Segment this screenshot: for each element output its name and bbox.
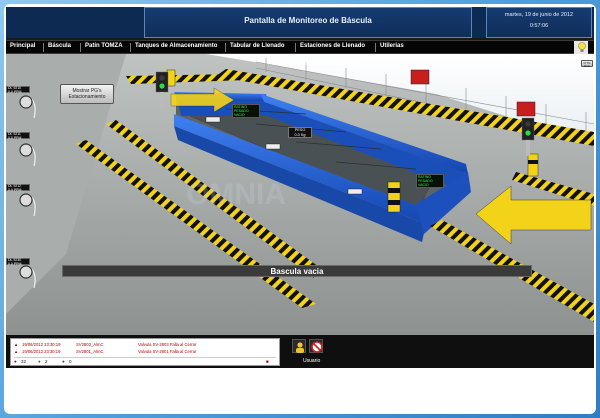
- alarm-total-icon: ●: [14, 359, 17, 364]
- nav-separator: [375, 43, 376, 52]
- scale-status: Bascula vacia: [270, 267, 324, 276]
- nav-item-estaciones[interactable]: Estaciones de Llenado: [300, 43, 365, 49]
- scale-status-bar: Bascula vacia: [62, 265, 532, 277]
- nav-item-tanques[interactable]: Tanques de Almacenamiento: [135, 43, 217, 49]
- alarm-unack-icon: ●: [62, 359, 65, 364]
- alarm-row[interactable]: ▲ 19/06/2012 23:30:19 SV2801_AlmC Valvul…: [14, 349, 276, 355]
- ftm-mode-button[interactable]: FTTM Mode: [581, 60, 593, 68]
- weight-display: PESO 0.0 Kg: [288, 127, 312, 138]
- ftm-notice: FTTM: No hay peticiones para el FTTM: [268, 61, 356, 67]
- alarm-icon: ▲: [14, 349, 19, 354]
- alarm-row[interactable]: ▲ 19/06/2012 23:30:19 SV2803_AlmC Valvul…: [14, 342, 276, 348]
- alarm-unack: 0: [69, 359, 72, 364]
- scale-scene: OMNIA FTTM: No hay peticiones para el FT…: [6, 54, 594, 335]
- bottom-panel: ▲ 19/06/2012 23:30:19 SV2803_AlmC Valvul…: [6, 335, 594, 368]
- help-lightbulb-icon[interactable]: [574, 41, 588, 54]
- nav-separator: [295, 43, 296, 52]
- logout-button[interactable]: [309, 339, 323, 353]
- show-parking-pg-button[interactable]: Mostrar PG's Estacionamiento: [60, 84, 114, 104]
- user-button[interactable]: [292, 339, 306, 353]
- nav-item-bascula[interactable]: Báscula: [48, 43, 71, 49]
- hmi-app: Pantalla de Monitoreo de Báscula martes,…: [6, 7, 594, 368]
- nav-item-utilerias[interactable]: Utilerias: [380, 43, 404, 49]
- user-icon: [296, 342, 304, 353]
- show-parking-pg-label: Mostrar PG's Estacionamiento: [68, 88, 106, 100]
- datetime-box: martes, 19 de junio de 2012 0:57:06: [486, 7, 592, 38]
- user-label: Usuario: [303, 358, 321, 364]
- no-entry-icon: [311, 341, 323, 353]
- barrier-tag: DL 9210 0.0 PPM: [6, 86, 30, 93]
- alarm-ack: 2: [45, 359, 48, 364]
- barrier-tag: DL 9212 0.0 PPM: [6, 184, 30, 191]
- alarm-icon: ▲: [14, 342, 19, 347]
- nav-item-tabular[interactable]: Tabular de Llenado: [230, 43, 285, 49]
- time-display: 0:57:06: [529, 23, 549, 29]
- svg-text:OMNIA: OMNIA: [186, 178, 286, 211]
- scale-lcd-right: RATINO PESADO VACIO: [416, 174, 444, 188]
- nav-separator: [80, 43, 81, 52]
- main-nav: Principal Báscula Patín TOMZA Tanques de…: [6, 40, 594, 54]
- nav-item-principal[interactable]: Principal: [10, 43, 35, 49]
- date-display: martes, 19 de junio de 2012: [504, 12, 574, 18]
- title-box: Pantalla de Monitoreo de Báscula: [144, 7, 472, 38]
- nav-separator: [225, 43, 226, 52]
- alarm-total: 32: [21, 359, 27, 364]
- page-title: Pantalla de Monitoreo de Báscula: [244, 16, 372, 25]
- nav-separator: [130, 43, 131, 52]
- scale-lcd-left: RATINO PESADO VACIO: [232, 104, 260, 118]
- header: Pantalla de Monitoreo de Báscula martes,…: [6, 7, 594, 38]
- barrier-tag: DL 9211 0.0 PPM: [6, 132, 30, 139]
- alarm-list[interactable]: ▲ 19/06/2012 23:30:19 SV2803_AlmC Valvul…: [10, 338, 280, 366]
- alarm-stats: ● 32 ● 2 ● 0 ■: [14, 357, 276, 365]
- barrier-tag: DL 9230 0.0 PPM: [6, 258, 30, 265]
- nav-separator: [43, 43, 44, 52]
- alarm-close-icon[interactable]: ■: [266, 359, 269, 364]
- nav-item-patin-tomza[interactable]: Patín TOMZA: [85, 43, 123, 49]
- alarm-ack-icon: ●: [38, 359, 41, 364]
